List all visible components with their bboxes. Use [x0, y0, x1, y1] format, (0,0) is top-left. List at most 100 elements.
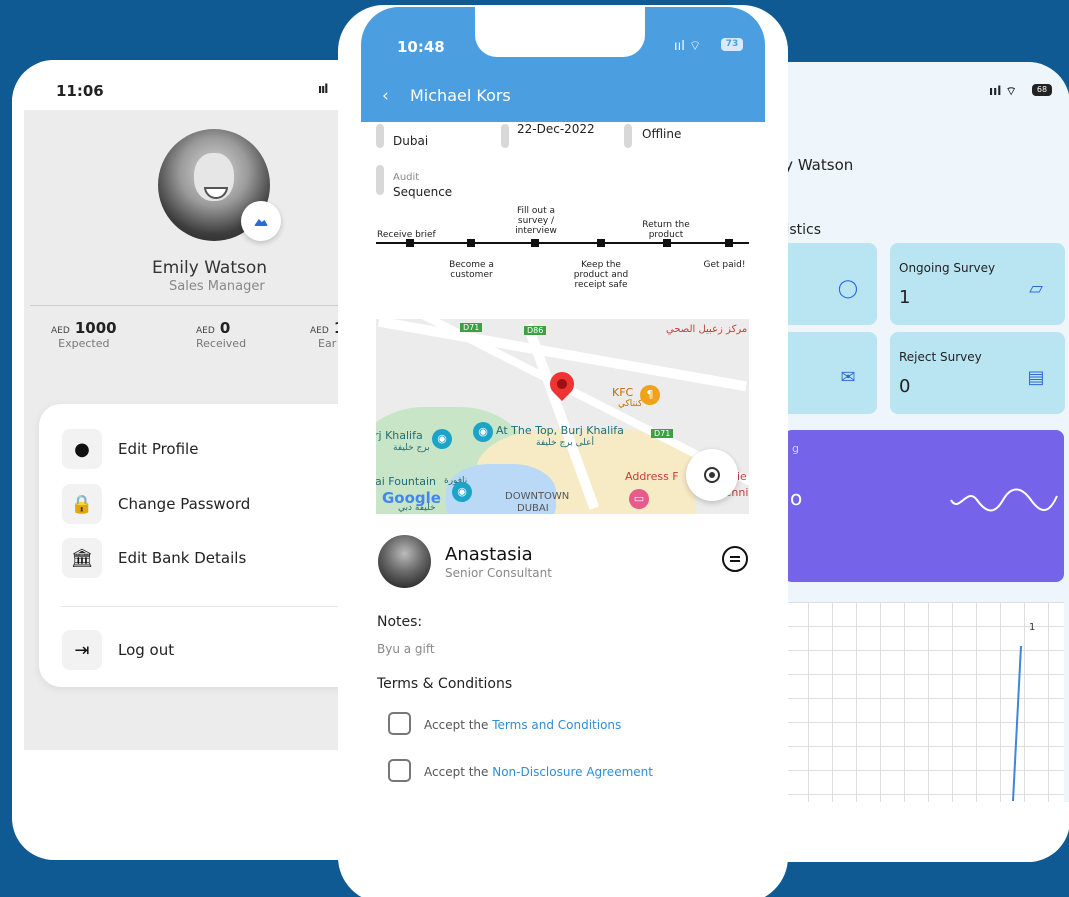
menu-card: ● Edit Profile 🔒 Change Password 🏛 Edit … [39, 404, 381, 687]
battery-icon: 73 [721, 38, 743, 51]
page-title: Michael Kors [410, 86, 511, 105]
info-bar [501, 124, 509, 148]
currency: AED [196, 326, 215, 336]
camera-poi-icon[interactable]: ◉ [452, 482, 472, 502]
locate-button[interactable] [686, 449, 738, 501]
timeline-line [376, 242, 749, 244]
info-bar [376, 124, 384, 148]
check-circle-icon: ◯ [837, 278, 859, 299]
terms-text: Accept the Terms and Conditions [424, 714, 621, 733]
logout-item[interactable]: ⇥ Log out [62, 630, 174, 670]
document-icon: ▤ [1027, 367, 1045, 388]
menu-label: Log out [118, 641, 175, 659]
map-label: D71 [651, 429, 674, 438]
timeline-step: Receive brief [377, 230, 436, 240]
map-label: برج خليفة [393, 443, 430, 453]
edit-profile-item[interactable]: ● Edit Profile [62, 429, 198, 469]
stat-label: Received [196, 337, 247, 350]
location-target-icon [704, 467, 720, 483]
timeline-marker [467, 239, 475, 247]
divider [61, 606, 381, 607]
map[interactable]: D71 D86 مركز زعبيل الصحي KFC كنتاكي At T… [376, 319, 749, 514]
phone-bottom [340, 828, 786, 897]
audit-value: Sequence [393, 185, 453, 199]
map-label: DUBAI [517, 503, 549, 514]
terms-checkbox[interactable] [388, 712, 411, 735]
info-value: 22-Dec-2022 [517, 122, 595, 136]
status-time: 11:06 [56, 82, 104, 100]
consultant-role: Senior Consultant [445, 566, 552, 580]
notes-label: Notes: [377, 614, 423, 630]
chat-icon[interactable] [722, 546, 748, 572]
edit-bank-details-item[interactable]: 🏛 Edit Bank Details [62, 538, 246, 578]
lock-icon: 🔒 [62, 484, 102, 524]
nda-checkbox[interactable] [388, 759, 411, 782]
stat-tile-ongoing[interactable]: Ongoing Survey 1 ▱ [890, 243, 1065, 325]
menu-label: Edit Profile [118, 440, 199, 458]
info-value: Offline [642, 127, 682, 141]
tile-title: Reject Survey [899, 350, 982, 364]
map-label: خليفة دبي [398, 503, 436, 513]
hotel-poi-icon[interactable]: ▭ [629, 489, 649, 509]
chart-max-label: 1 [1029, 622, 1036, 633]
map-label: D86 [524, 326, 547, 335]
change-password-item[interactable]: 🔒 Change Password [62, 484, 250, 524]
nda-checkbox-row: Accept the Non-Disclosure Agreement [388, 759, 653, 782]
signal-icon: ııl ⌔ [989, 84, 1017, 98]
restaurant-poi-icon[interactable]: ¶ [640, 385, 660, 405]
tile-value: 1 [899, 287, 911, 308]
stat-label: Expected [58, 337, 110, 350]
info-bar [376, 165, 384, 195]
timeline-step: Return the product [642, 220, 690, 240]
timeline-step: Keep the product and receipt safe [573, 260, 629, 290]
logout-icon: ⇥ [62, 630, 102, 670]
timeline-step: Fill out a survey / interview [515, 206, 557, 236]
mail-clock-icon: ✉ [840, 367, 856, 388]
bank-icon: 🏛 [62, 538, 102, 578]
timeline-marker [531, 239, 539, 247]
battery-icon: 68 [1032, 84, 1052, 96]
nda-text: Accept the Non-Disclosure Agreement [424, 761, 653, 780]
audit-label: Audit [393, 172, 420, 183]
change-photo-button[interactable] [241, 201, 281, 241]
image-icon [254, 219, 268, 226]
back-button[interactable]: ‹ [382, 86, 389, 106]
signal-icon: ııl ⌔ [674, 39, 702, 54]
terms-link[interactable]: Terms and Conditions [492, 718, 621, 732]
signal-icon: ııl [318, 82, 328, 96]
notch [475, 7, 645, 57]
page-content: Dubai 22-Dec-2022 Offline Audit Sequence… [361, 122, 765, 828]
amount: 0 [219, 319, 231, 337]
earnings-card[interactable]: g o [784, 430, 1064, 582]
map-label: At The Top, Burj Khalifa [496, 424, 624, 437]
survey-chart: 1 [784, 602, 1064, 802]
tile-title: Ongoing Survey [899, 261, 996, 275]
received-stat: AED 0 Received [196, 318, 246, 350]
map-label: ai Fountain [376, 475, 436, 488]
status-bar: ııl ⌔ 68 [745, 62, 1069, 114]
timeline-step: Become a customer [449, 260, 494, 280]
menu-label: Edit Bank Details [118, 549, 247, 567]
statistics-title: tistics [780, 222, 822, 238]
info-value: Dubai [393, 134, 429, 148]
camera-poi-icon[interactable]: ◉ [473, 422, 493, 442]
wave-icon [950, 488, 1058, 512]
camera-poi-icon[interactable]: ◉ [432, 429, 452, 449]
user-name: ly Watson [780, 156, 854, 174]
chat-lines-icon [730, 556, 740, 562]
terms-checkbox-row: Accept the Terms and Conditions [388, 712, 621, 735]
chart-grid [784, 602, 1064, 802]
card-value: o [790, 486, 803, 510]
notes-value: Byu a gift [377, 642, 435, 656]
info-bar [624, 124, 632, 148]
nda-link[interactable]: Non-Disclosure Agreement [492, 765, 653, 779]
right-phone: ııl ⌔ 68 ly Watson tistics ◯ Ongoing Sur… [745, 62, 1069, 862]
timeline-marker [725, 239, 733, 247]
currency: AED [310, 326, 329, 336]
person-icon: ● [62, 429, 102, 469]
checkbox-prefix: Accept the [424, 765, 493, 779]
center-phone: 10:48 ııl ⌔ 73 ‹ Michael Kors Dubai 22-D… [340, 7, 786, 897]
expected-stat: AED 1000 Expected [51, 318, 117, 350]
map-label: مركز زعبيل الصحي [666, 324, 748, 335]
stat-tile-reject[interactable]: Reject Survey 0 ▤ [890, 332, 1065, 414]
